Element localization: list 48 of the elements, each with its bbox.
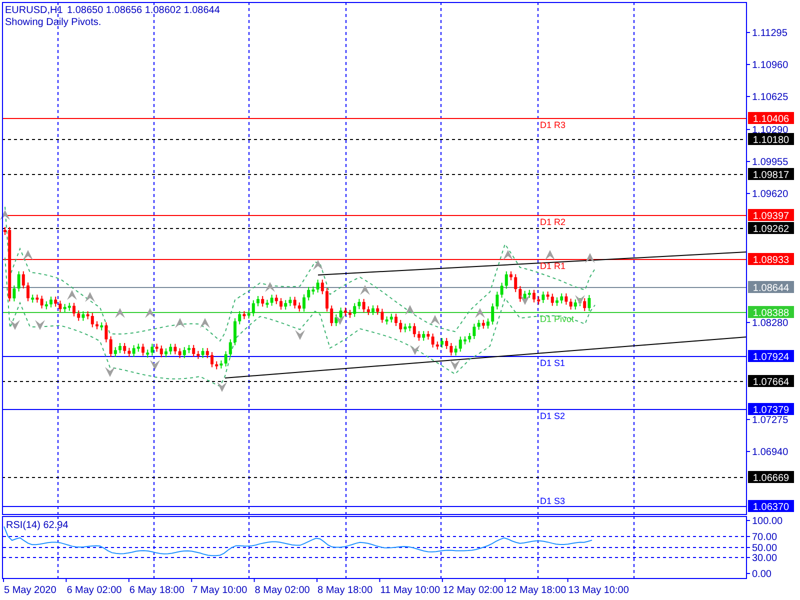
price-tag-value: 1.09262 bbox=[752, 224, 790, 235]
price-axis-label: 1.10960 bbox=[752, 60, 788, 71]
rsi-axis-label: 70.00 bbox=[752, 532, 778, 543]
pivot-level-label: D1 R3 bbox=[540, 120, 566, 130]
symbol-label: EURUSD,H1 bbox=[5, 5, 63, 16]
price-tag-value: 1.10406 bbox=[752, 114, 790, 125]
price-axis-label: 1.06940 bbox=[752, 447, 788, 458]
price-tag-value: 1.08644 bbox=[752, 283, 790, 294]
pivot-level-label: D1 S3 bbox=[540, 496, 566, 506]
indicator-note: Showing Daily Pivots. bbox=[5, 17, 102, 28]
time-axis-label: 11 May 10:00 bbox=[380, 585, 440, 596]
price-axis-label: 1.09955 bbox=[752, 157, 788, 168]
time-axis-label: 6 May 18:00 bbox=[129, 585, 184, 596]
price-axis-label: 1.08280 bbox=[752, 318, 788, 329]
price-tag-value: 1.09397 bbox=[752, 211, 790, 222]
price-axis-label: 1.10625 bbox=[752, 92, 788, 103]
pivot-level-label: D1 R2 bbox=[540, 217, 566, 227]
rsi-axis-label: 100.00 bbox=[752, 516, 783, 527]
price-axis-label: 1.07275 bbox=[752, 415, 788, 426]
time-axis-label: 12 May 02:00 bbox=[442, 585, 504, 596]
time-axis-label: 7 May 10:00 bbox=[192, 585, 248, 596]
price-tag-value: 1.08933 bbox=[752, 255, 790, 266]
rsi-title: RSI(14) 62.94 bbox=[6, 520, 68, 531]
price-tag-value: 1.10180 bbox=[752, 135, 790, 146]
price-axis-label: 1.11295 bbox=[752, 28, 788, 39]
price-axis-label: 1.09620 bbox=[752, 189, 788, 200]
time-axis-label: 13 May 10:00 bbox=[568, 585, 629, 596]
price-tag-value: 1.08388 bbox=[752, 308, 790, 319]
time-axis-label: 8 May 18:00 bbox=[318, 585, 373, 596]
price-tag-value: 1.06669 bbox=[752, 473, 790, 484]
time-axis-label: 5 May 2020 bbox=[4, 585, 56, 596]
price-tag-value: 1.06370 bbox=[752, 502, 790, 513]
rsi-axis-label: 0.00 bbox=[752, 569, 772, 580]
price-tag-value: 1.07379 bbox=[752, 405, 790, 416]
price-tag-value: 1.09817 bbox=[752, 170, 790, 181]
pivot-level-label: D1 S1 bbox=[540, 358, 566, 368]
price-axis-label: 1.10290 bbox=[752, 125, 788, 136]
pivot-level-label: D1 Pivot bbox=[540, 314, 574, 324]
pivot-level-label: D1 S2 bbox=[540, 411, 566, 421]
time-axis-label: 8 May 02:00 bbox=[254, 585, 310, 596]
price-tag-value: 1.07664 bbox=[752, 377, 790, 388]
price-tag-value: 1.07924 bbox=[752, 352, 790, 363]
time-axis-label: 12 May 18:00 bbox=[506, 585, 566, 596]
time-axis-label: 6 May 02:00 bbox=[66, 585, 122, 596]
pivot-level-label: D1 R1 bbox=[540, 261, 566, 271]
rsi-axis-label: 50.00 bbox=[752, 543, 778, 554]
rsi-axis-label: 30.00 bbox=[752, 553, 778, 564]
ohlc-quote: 1.08650 1.08656 1.08602 1.08644 bbox=[67, 5, 220, 16]
